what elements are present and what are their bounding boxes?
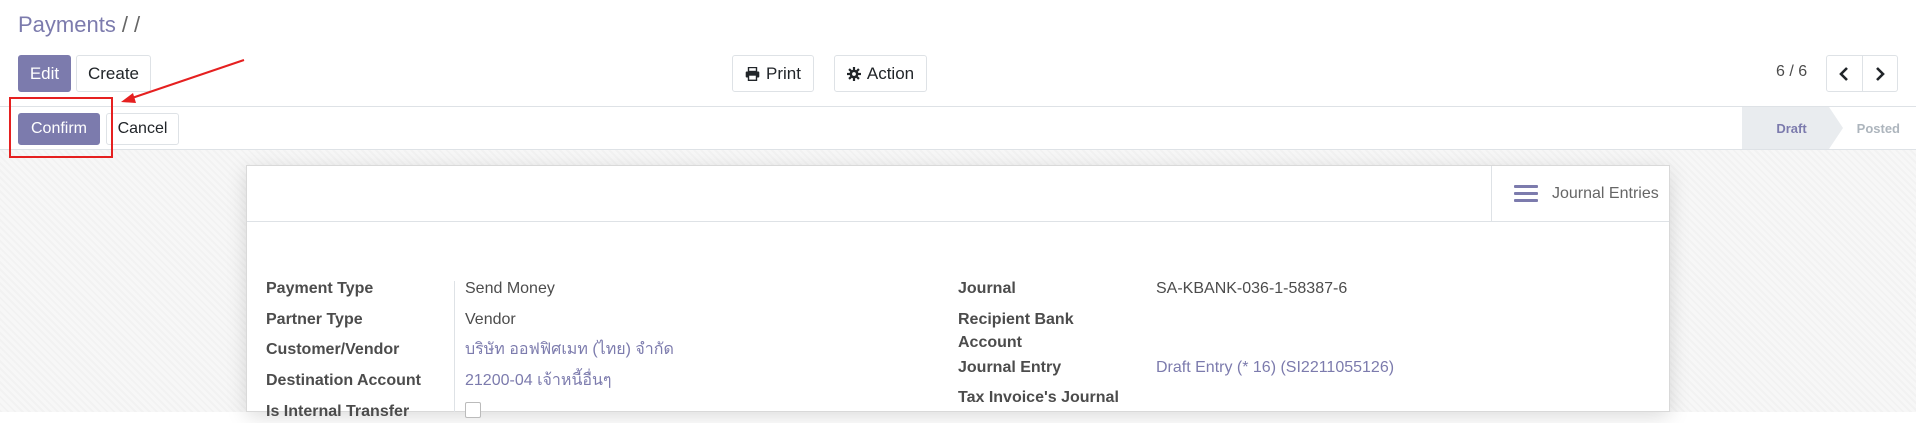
payment-type-label: Payment Type — [266, 280, 374, 297]
print-button[interactable]: Print — [732, 55, 814, 92]
journal-value: SA-KBANK-036-1-58387-6 — [1156, 280, 1348, 297]
breadcrumb-payments-link[interactable]: Payments — [18, 12, 116, 37]
create-button[interactable]: Create — [76, 55, 151, 92]
previous-record-button[interactable] — [1826, 55, 1863, 92]
recipient-bank-account-label-line1: Recipient Bank — [958, 311, 1074, 328]
is-internal-transfer-checkbox[interactable] — [465, 402, 481, 418]
control-panel: Payments / / Edit Create Print Action 6 / … — [0, 0, 1916, 106]
action-button-label: Action — [866, 63, 915, 83]
journal-entries-button[interactable]: Journal Entries — [1491, 166, 1669, 221]
chevron-right-icon — [1875, 66, 1885, 81]
breadcrumb-separator: / — [133, 12, 141, 37]
recipient-bank-account-label: Recipient Bank Account — [958, 308, 1074, 354]
next-record-button[interactable] — [1862, 55, 1898, 92]
customer-vendor-link[interactable]: บริษัท ออฟฟิศเมท (ไทย) จำกัด — [465, 338, 674, 361]
chevron-left-icon — [1839, 66, 1849, 81]
journal-entries-label: Journal Entries — [1552, 184, 1659, 202]
field-separator — [454, 281, 455, 412]
destination-account-link[interactable]: 21200-04 เจ้าหนี้อื่นๆ — [465, 369, 612, 392]
gear-icon — [846, 66, 861, 81]
stage-posted[interactable]: Posted — [1829, 107, 1916, 149]
bars-icon — [1514, 185, 1538, 202]
cancel-button[interactable]: Cancel — [106, 113, 179, 145]
stage-draft[interactable]: Draft — [1742, 107, 1844, 149]
edit-button-label: Edit — [29, 63, 60, 83]
journal-entry-label: Journal Entry — [958, 359, 1062, 376]
tax-invoice-journal-label: Tax Invoice's Journal — [958, 389, 1119, 406]
breadcrumb-separator: / — [121, 12, 128, 37]
cancel-button-label: Cancel — [117, 120, 168, 137]
pager-buttons — [1826, 55, 1898, 92]
partner-type-value: Vendor — [465, 311, 516, 328]
edit-button[interactable]: Edit — [18, 55, 71, 92]
create-button-label: Create — [87, 63, 140, 83]
status-stages: Draft Posted — [1742, 107, 1916, 149]
action-button[interactable]: Action — [834, 55, 927, 92]
smart-button-box: Journal Entries — [247, 166, 1669, 222]
destination-account-label: Destination Account — [266, 372, 421, 389]
recipient-bank-account-label-line2: Account — [958, 334, 1022, 351]
printer-icon — [745, 66, 760, 81]
status-bar: Confirm Cancel Draft Posted — [0, 106, 1916, 150]
partner-type-label: Partner Type — [266, 311, 363, 328]
breadcrumb: Payments / / — [18, 12, 140, 38]
customer-vendor-label: Customer/Vendor — [266, 341, 400, 358]
payment-type-value: Send Money — [465, 280, 555, 297]
annotation-highlight-box — [9, 97, 113, 158]
print-button-label: Print — [766, 63, 801, 83]
journal-label: Journal — [958, 280, 1016, 297]
journal-entry-link[interactable]: Draft Entry (* 16) (SI2211055126) — [1156, 356, 1394, 379]
pager-value[interactable]: 6 / 6 — [1776, 63, 1807, 81]
